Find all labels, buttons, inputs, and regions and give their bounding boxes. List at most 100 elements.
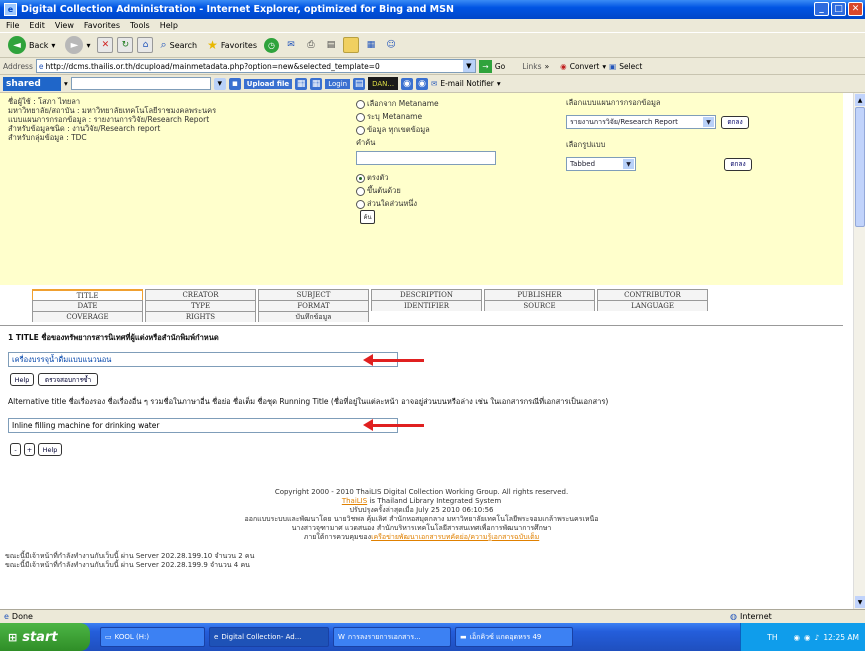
app-icon[interactable]: ◉ bbox=[401, 77, 414, 90]
menu-help[interactable]: Help bbox=[160, 21, 178, 30]
folder-icon[interactable] bbox=[343, 37, 360, 53]
chevron-down-icon[interactable]: ▾ bbox=[497, 79, 501, 88]
radio-metaname-choose[interactable] bbox=[356, 99, 365, 109]
scroll-thumb[interactable] bbox=[855, 107, 865, 227]
tab-source[interactable]: SOURCE bbox=[484, 300, 595, 311]
standard-toolbar: ◄ Back ▾ ► ▾ ✕ ↻ ⌂ ⌕ Search ★ Favorites ◷ ✉ ⎙… bbox=[0, 33, 865, 58]
thailis-link[interactable]: ThaiLIS bbox=[342, 497, 367, 505]
keyword-input[interactable] bbox=[356, 151, 496, 165]
tab-coverage[interactable]: COVERAGE bbox=[32, 311, 143, 322]
chevron-down-icon[interactable]: ▾ bbox=[213, 77, 226, 90]
radio-exact-match[interactable] bbox=[356, 173, 365, 183]
add-field-button[interactable]: + bbox=[24, 443, 35, 456]
window-title-bar[interactable]: e Digital Collection Administration - In… bbox=[0, 0, 865, 19]
task-folder[interactable]: ▬ เอ็กคิวซ์ แกดอุดหรร 49 bbox=[455, 627, 573, 647]
forward-button[interactable]: ► ▾ bbox=[62, 35, 93, 55]
address-input[interactable]: e http://dcms.thailis.or.th/dcupload/mai… bbox=[35, 59, 476, 73]
tray-icon[interactable]: ◉ bbox=[804, 633, 811, 642]
remove-field-button[interactable]: - bbox=[10, 443, 21, 456]
mail-icon[interactable]: ✉ bbox=[283, 37, 299, 53]
convert-icon: ◉ bbox=[560, 61, 567, 71]
language-indicator[interactable]: TH bbox=[767, 633, 777, 642]
tab-language[interactable]: LANGUAGE bbox=[597, 300, 708, 311]
help-button[interactable]: Help bbox=[10, 373, 34, 386]
tab-publisher[interactable]: PUBLISHER bbox=[484, 289, 595, 300]
links-label[interactable]: Links bbox=[522, 62, 541, 71]
history-icon[interactable]: ◷ bbox=[264, 37, 280, 53]
select-button[interactable]: Select bbox=[619, 62, 642, 71]
menu-favorites[interactable]: Favorites bbox=[84, 21, 120, 30]
home-icon[interactable]: ⌂ bbox=[137, 37, 154, 53]
go-button[interactable]: Go bbox=[495, 62, 505, 71]
go-arrow-icon[interactable]: → bbox=[478, 59, 492, 73]
login-button[interactable]: Login bbox=[325, 78, 351, 89]
address-label: Address bbox=[3, 61, 33, 71]
search-button[interactable]: ⌕ Search bbox=[157, 35, 200, 55]
print-icon[interactable]: ⎙ bbox=[303, 37, 319, 53]
format-select[interactable]: Tabbed ▼ bbox=[566, 157, 636, 171]
app-icon[interactable]: ▦ bbox=[310, 77, 323, 90]
chevron-down-icon[interactable]: ▾ bbox=[64, 79, 68, 88]
task-kool[interactable]: ▭ KOOL (H:) bbox=[100, 627, 205, 647]
network-link[interactable]: เครือข่ายพัฒนาเอกสารบทคัดย่อ/ความรู้เอกส… bbox=[371, 533, 539, 541]
favorites-button[interactable]: ★ Favorites bbox=[204, 35, 260, 55]
menu-tools[interactable]: Tools bbox=[130, 21, 150, 30]
tab-identifier[interactable]: IDENTIFIER bbox=[371, 300, 482, 311]
alternative-title-input[interactable]: Inline filling machine for drinking wate… bbox=[8, 418, 398, 433]
shared-button[interactable]: shared bbox=[3, 76, 61, 91]
menu-edit[interactable]: Edit bbox=[29, 21, 45, 30]
search-icon: ⌕ bbox=[160, 38, 167, 51]
search-submit-button[interactable]: ค้น bbox=[360, 210, 375, 224]
toolbar-search-field[interactable] bbox=[70, 77, 211, 90]
title-input[interactable]: เครื่องบรรจุน้ำดื่มแบบแนวนอน bbox=[8, 352, 398, 367]
tab-title[interactable]: TITLE bbox=[32, 289, 143, 300]
edit-icon[interactable]: ▤ bbox=[323, 37, 339, 53]
check-duplicate-button[interactable]: ตรวจสอบการซ้ำ bbox=[38, 373, 98, 386]
close-button[interactable]: ✕ bbox=[848, 2, 863, 16]
radio-starts-with[interactable] bbox=[356, 186, 365, 196]
tab-creator[interactable]: CREATOR bbox=[145, 289, 256, 300]
tab-format[interactable]: FORMAT bbox=[258, 300, 369, 311]
tab-subject[interactable]: SUBJECT bbox=[258, 289, 369, 300]
help-button[interactable]: Help bbox=[38, 443, 62, 456]
media-toolbar[interactable]: DAN... bbox=[368, 77, 399, 90]
tab-rights[interactable]: RIGHTS bbox=[145, 311, 256, 322]
start-button[interactable]: ⊞ start bbox=[0, 623, 90, 651]
task-document[interactable]: W การลงรายการเอกสาร... bbox=[333, 627, 451, 647]
chevron-down-icon[interactable]: ▼ bbox=[462, 60, 475, 72]
tray-icon[interactable]: ◉ bbox=[794, 633, 801, 642]
back-button[interactable]: ◄ Back ▾ bbox=[5, 35, 58, 55]
vertical-scrollbar[interactable]: ▲ ▼ bbox=[853, 93, 865, 609]
scroll-down-icon[interactable]: ▼ bbox=[855, 596, 865, 608]
messenger-icon[interactable]: ☺ bbox=[383, 37, 399, 53]
menu-file[interactable]: File bbox=[6, 21, 19, 30]
tab-date[interactable]: DATE bbox=[32, 300, 143, 311]
upload-button[interactable]: Upload file bbox=[243, 78, 293, 89]
format-ok-button[interactable]: ตกลง bbox=[724, 157, 752, 171]
tab-contributor[interactable]: CONTRIBUTOR bbox=[597, 289, 708, 300]
tab-save[interactable]: บันทึกข้อมูล bbox=[258, 311, 369, 322]
task-digital-collection[interactable]: e Digital Collection- Ad... bbox=[209, 627, 329, 647]
research-icon[interactable]: ▦ bbox=[363, 37, 379, 53]
tab-description[interactable]: DESCRIPTION bbox=[371, 289, 482, 300]
template-ok-button[interactable]: ตกลง bbox=[721, 115, 749, 129]
refresh-icon[interactable]: ↻ bbox=[117, 37, 134, 53]
app-icon[interactable]: ▤ bbox=[353, 77, 366, 90]
menu-view[interactable]: View bbox=[55, 21, 74, 30]
chevron-down-icon[interactable]: ▾ bbox=[602, 62, 606, 71]
stop-icon[interactable]: ✕ bbox=[97, 37, 114, 53]
email-notifier-button[interactable]: E-mail Notifier bbox=[440, 79, 494, 88]
minimize-button[interactable]: _ bbox=[814, 2, 829, 16]
radio-all-fields[interactable] bbox=[356, 125, 365, 135]
volume-icon[interactable]: ♪ bbox=[815, 633, 820, 642]
template-select[interactable]: รายงานการวิจัย/Research Report ▼ bbox=[566, 115, 716, 129]
app-icon[interactable]: ▦ bbox=[295, 77, 308, 90]
app-icon[interactable]: ◉ bbox=[416, 77, 429, 90]
scroll-up-icon[interactable]: ▲ bbox=[855, 94, 865, 106]
convert-button[interactable]: Convert bbox=[570, 62, 600, 71]
tab-type[interactable]: TYPE bbox=[145, 300, 256, 311]
maximize-button[interactable]: □ bbox=[831, 2, 846, 16]
radio-metaname-specify[interactable] bbox=[356, 112, 365, 122]
radio-contains[interactable] bbox=[356, 199, 365, 209]
toolbar-icon[interactable]: ▪ bbox=[228, 77, 241, 90]
